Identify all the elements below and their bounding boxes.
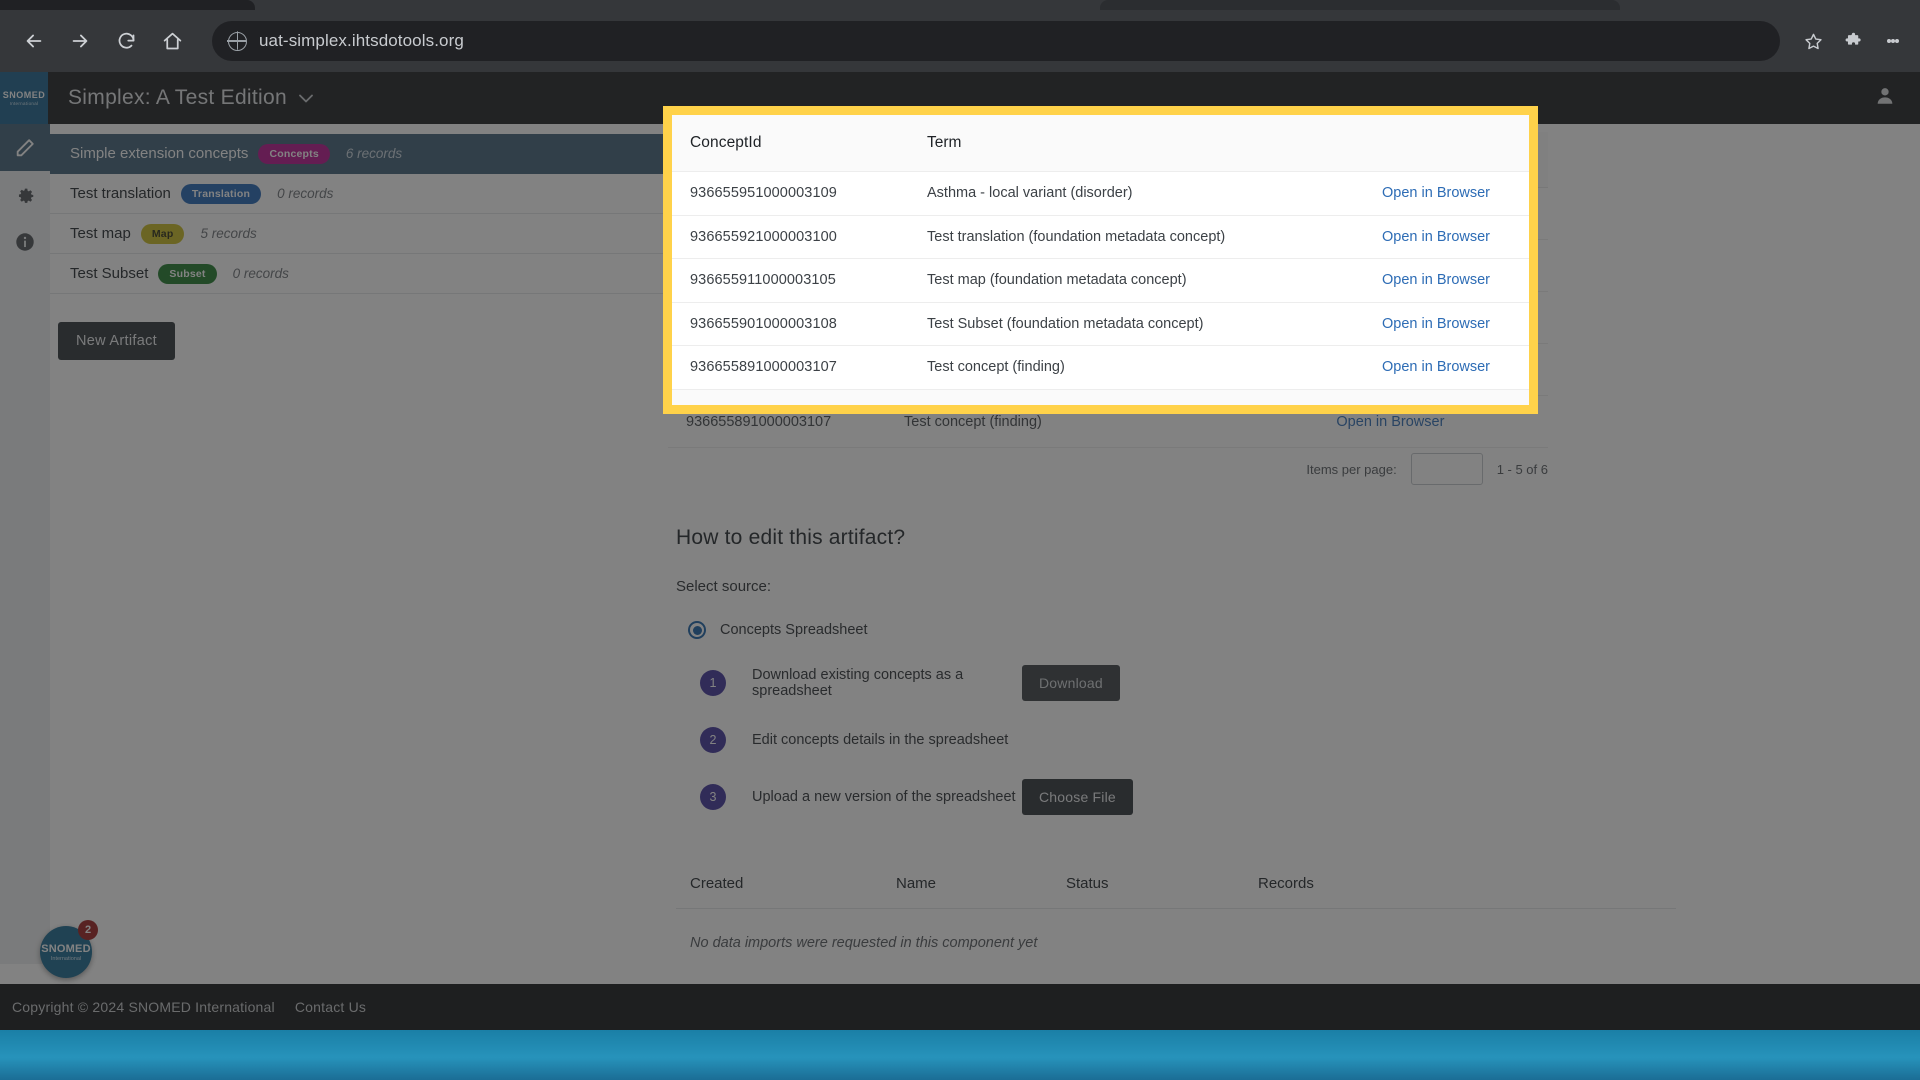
modal-table-footer: [672, 388, 1529, 405]
concept-term: Test map (foundation metadata concept): [927, 272, 1187, 289]
reload-icon[interactable]: [106, 21, 146, 61]
toolbar-right: [1786, 28, 1906, 54]
modal-column-header-term: Term: [927, 134, 962, 151]
globe-icon: [227, 30, 247, 51]
concept-preview-modal: ConceptId Term 936655951000003109 Asthma…: [663, 106, 1538, 414]
forward-icon[interactable]: [60, 21, 100, 61]
modal-table-row[interactable]: 936655901000003108 Test Subset (foundati…: [672, 301, 1529, 345]
home-icon[interactable]: [152, 21, 192, 61]
open-in-browser-link[interactable]: Open in Browser: [1382, 272, 1529, 288]
browser-tab-other[interactable]: [1100, 0, 1620, 10]
address-bar[interactable]: uat-simplex.ihtsdotools.org: [212, 21, 1780, 61]
modal-table-header: ConceptId Term: [672, 115, 1529, 171]
open-in-browser-link[interactable]: Open in Browser: [1382, 185, 1529, 201]
desktop-background: [0, 1030, 1920, 1080]
concept-term: Asthma - local variant (disorder): [927, 185, 1133, 202]
screen: uat-simplex.ihtsdotools.org SNOMED: [0, 0, 1920, 1080]
concept-id: 936655921000003100: [690, 228, 837, 245]
modal-table-row[interactable]: 936655891000003107 Test concept (finding…: [672, 345, 1529, 389]
concept-id: 936655891000003107: [690, 359, 837, 376]
concept-term: Test concept (finding): [927, 359, 1065, 376]
concept-id: 936655901000003108: [690, 315, 837, 332]
concept-term: Test translation (foundation metadata co…: [927, 228, 1226, 245]
modal-table-row[interactable]: 936655921000003100 Test translation (fou…: [672, 214, 1529, 258]
url-text: uat-simplex.ihtsdotools.org: [259, 31, 464, 50]
modal-table-row[interactable]: 936655951000003109 Asthma - local varian…: [672, 171, 1529, 215]
modal-column-header-conceptid: ConceptId: [690, 134, 762, 151]
open-in-browser-link[interactable]: Open in Browser: [1382, 316, 1529, 332]
open-in-browser-link[interactable]: Open in Browser: [1382, 359, 1529, 375]
extensions-icon[interactable]: [1840, 28, 1866, 54]
modal-content: ConceptId Term 936655951000003109 Asthma…: [672, 115, 1529, 405]
open-in-browser-link[interactable]: Open in Browser: [1382, 229, 1529, 245]
browser-tabstrip: [0, 0, 1920, 10]
concept-id: 936655911000003105: [690, 272, 836, 289]
browser-toolbar: uat-simplex.ihtsdotools.org: [0, 10, 1920, 72]
chrome-menu-icon[interactable]: [1880, 28, 1906, 54]
browser-tab-active[interactable]: [0, 0, 255, 10]
back-icon[interactable]: [14, 21, 54, 61]
bookmark-star-icon[interactable]: [1800, 28, 1826, 54]
concept-term: Test Subset (foundation metadata concept…: [927, 315, 1204, 332]
concept-id: 936655951000003109: [690, 185, 837, 202]
modal-table-row[interactable]: 936655911000003105 Test map (foundation …: [672, 258, 1529, 302]
